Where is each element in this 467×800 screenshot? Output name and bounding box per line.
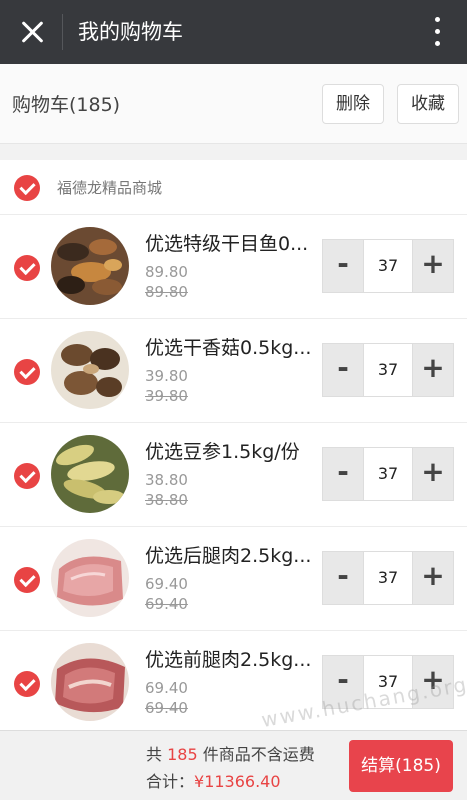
total-summary: 合计：¥11366.40: [146, 768, 281, 792]
summary-suffix: 件商品不含运费: [197, 745, 315, 764]
decrease-button[interactable]: -: [323, 240, 363, 292]
increase-button[interactable]: +: [413, 552, 453, 604]
product-name[interactable]: 优选前腿肉2.5kg...: [145, 645, 323, 672]
cart-list: 福德龙精品商城 优选特级干目鱼0... 89.80 89.80 - 37 + 优…: [0, 160, 467, 735]
product-original-price: 69.40: [145, 699, 188, 717]
quantity-stepper: - 37 +: [322, 551, 454, 605]
quantity-stepper: - 37 +: [322, 447, 454, 501]
shop-check-icon[interactable]: [14, 175, 40, 201]
summary-prefix: 共: [146, 745, 168, 764]
decrease-button[interactable]: -: [323, 344, 363, 396]
close-icon[interactable]: [18, 18, 46, 46]
favorite-button[interactable]: 收藏: [397, 84, 459, 124]
cart-item: 优选后腿肉2.5kg... 69.40 69.40 - 37 +: [0, 527, 467, 631]
shop-name: 福德龙精品商城: [57, 179, 163, 197]
product-image[interactable]: [51, 331, 129, 409]
product-name[interactable]: 优选干香菇0.5kg...: [145, 333, 323, 360]
product-name[interactable]: 优选豆参1.5kg/份: [145, 437, 323, 464]
item-count: 185: [167, 745, 198, 764]
product-image[interactable]: [51, 643, 129, 721]
product-price: 69.40: [145, 575, 188, 593]
quantity-input[interactable]: 37: [363, 344, 413, 396]
total-label: 合计：: [146, 772, 195, 791]
product-name[interactable]: 优选特级干目鱼0...: [145, 229, 323, 256]
quantity-stepper: - 37 +: [322, 239, 454, 293]
product-original-price: 89.80: [145, 283, 188, 301]
increase-button[interactable]: +: [413, 344, 453, 396]
cart-item: 优选豆参1.5kg/份 38.80 38.80 - 37 +: [0, 423, 467, 527]
top-bar: 我的购物车: [0, 0, 467, 64]
item-check-icon[interactable]: [14, 671, 40, 697]
item-check-icon[interactable]: [14, 255, 40, 281]
quantity-stepper: - 37 +: [322, 343, 454, 397]
divider: [62, 14, 63, 50]
product-original-price: 38.80: [145, 491, 188, 509]
item-check-icon[interactable]: [14, 359, 40, 385]
checkout-button[interactable]: 结算(185): [349, 740, 453, 792]
increase-button[interactable]: +: [413, 240, 453, 292]
product-image[interactable]: [51, 539, 129, 617]
cart-header: 购物车(185) 删除 收藏: [0, 64, 467, 144]
item-check-icon[interactable]: [14, 567, 40, 593]
cart-count-label: 购物车(185): [12, 94, 121, 116]
checkout-bar: 共 185 件商品不含运费 合计：¥11366.40 结算(185): [0, 730, 467, 800]
item-summary: 共 185 件商品不含运费: [146, 741, 315, 765]
product-image[interactable]: [51, 227, 129, 305]
product-original-price: 69.40: [145, 595, 188, 613]
cart-item: 优选干香菇0.5kg... 39.80 39.80 - 37 +: [0, 319, 467, 423]
product-price: 69.40: [145, 679, 188, 697]
more-icon[interactable]: [435, 17, 441, 47]
product-original-price: 39.80: [145, 387, 188, 405]
item-check-icon[interactable]: [14, 463, 40, 489]
product-price: 89.80: [145, 263, 188, 281]
increase-button[interactable]: +: [413, 448, 453, 500]
quantity-input[interactable]: 37: [363, 448, 413, 500]
decrease-button[interactable]: -: [323, 552, 363, 604]
quantity-input[interactable]: 37: [363, 552, 413, 604]
decrease-button[interactable]: -: [323, 448, 363, 500]
shop-header: 福德龙精品商城: [0, 160, 467, 215]
product-image[interactable]: [51, 435, 129, 513]
page-title: 我的购物车: [78, 20, 183, 44]
cart-item: 优选特级干目鱼0... 89.80 89.80 - 37 +: [0, 215, 467, 319]
product-price: 39.80: [145, 367, 188, 385]
product-name[interactable]: 优选后腿肉2.5kg...: [145, 541, 323, 568]
product-price: 38.80: [145, 471, 188, 489]
delete-button[interactable]: 删除: [322, 84, 384, 124]
total-amount: ¥11366.40: [194, 772, 281, 791]
quantity-input[interactable]: 37: [363, 240, 413, 292]
